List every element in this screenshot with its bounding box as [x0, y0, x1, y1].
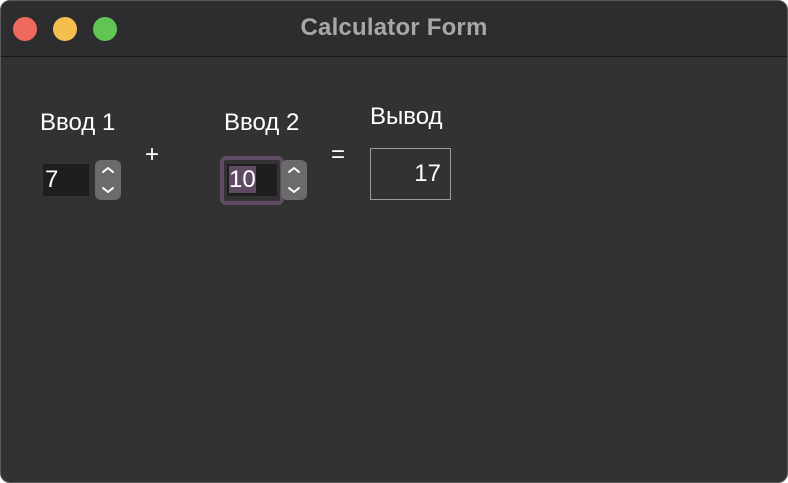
- chevron-down-icon: [102, 187, 114, 193]
- chevron-down-icon: [288, 187, 300, 193]
- output-value: 17: [414, 160, 441, 187]
- output-field: 17: [370, 148, 451, 200]
- input1-value: 7: [45, 166, 59, 193]
- input2-value: 10: [229, 166, 256, 193]
- input2-field[interactable]: 10: [227, 164, 277, 196]
- input2-increment-button[interactable]: [281, 160, 307, 180]
- equals-sign: =: [331, 141, 346, 168]
- input1-increment-button[interactable]: [95, 160, 121, 180]
- title-bar[interactable]: Calculator Form: [1, 1, 787, 57]
- input2-label: Ввод 2: [224, 109, 300, 136]
- window-title: Calculator Form: [300, 14, 488, 41]
- input2-decrement-button[interactable]: [281, 180, 307, 200]
- input1-decrement-button[interactable]: [95, 180, 121, 200]
- calculator-window: Calculator Form Ввод 1 7 + Ввод 2 10 = В…: [0, 0, 788, 483]
- output-label: Вывод: [370, 103, 443, 130]
- input2-stepper[interactable]: [281, 160, 307, 200]
- chevron-up-icon: [102, 167, 114, 173]
- input1-label: Ввод 1: [40, 109, 116, 136]
- chevron-up-icon: [288, 167, 300, 173]
- plus-sign: +: [145, 141, 160, 168]
- input1-field[interactable]: 7: [43, 164, 89, 196]
- input1-stepper[interactable]: [95, 160, 121, 200]
